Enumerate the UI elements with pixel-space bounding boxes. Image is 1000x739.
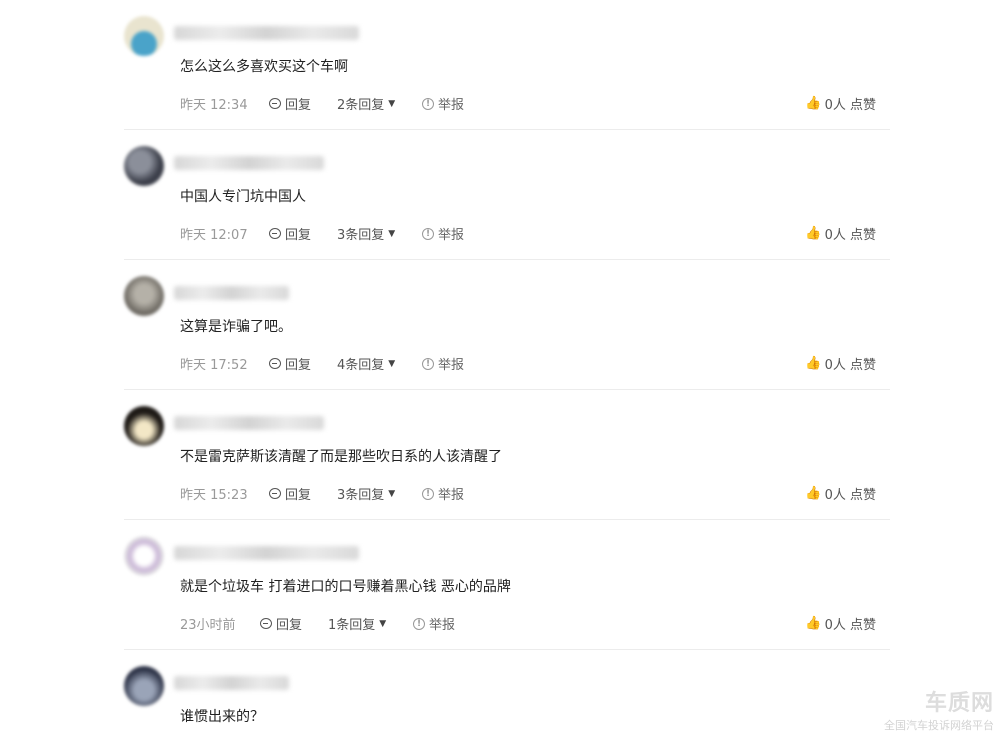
reply-button[interactable]: 回复 [269,484,311,503]
comment-item: 就是个垃圾车 打着进口的口号赚着黑心钱 恶心的品牌 23小时前 回复 1条回复 ▼… [124,520,890,650]
speech-bubble-icon [260,618,272,629]
avatar[interactable] [124,146,164,186]
username-blurred[interactable] [174,416,324,430]
info-circle-icon: ! [422,227,434,240]
comment-item: 谁惯出来的？ [124,650,890,739]
replies-toggle[interactable]: 3条回复 ▼ [337,224,395,243]
caret-down-icon: ▼ [379,618,387,629]
report-button[interactable]: ! 举报 [422,484,464,503]
avatar[interactable] [124,16,164,56]
comment-text: 中国人专门坑中国人 [180,189,306,205]
watermark-logo: 车质网 [924,691,994,716]
thumbs-up-icon: 👍 [805,616,822,631]
thumbs-up-icon: 👍 [805,356,822,371]
comment-item: 不是雷克萨斯该清醒了而是那些吹日系的人该清醒了 昨天 15:23 回复 3条回复… [124,390,890,520]
comment-meta: 昨天 12:07 回复 3条回复 ▼ ! 举报 👍 0人 点赞 [180,223,876,243]
watermark-sub: 全国汽车投诉网络平台 [884,719,994,732]
thumbs-up-icon: 👍 [805,226,822,241]
reply-button[interactable]: 回复 [269,354,311,373]
replies-toggle[interactable]: 3条回复 ▼ [337,484,395,503]
info-circle-icon: ! [422,487,434,500]
speech-bubble-icon [269,488,281,499]
comment-time: 昨天 12:34 [180,98,248,113]
avatar[interactable] [124,666,164,706]
comment-meta: 昨天 12:34 回复 2条回复 ▼ ! 举报 👍 0人 点赞 [180,93,876,113]
comment-item: 怎么这么多喜欢买这个车啊 昨天 12:34 回复 2条回复 ▼ ! 举报 👍 0人 点… [124,0,890,130]
username-blurred[interactable] [174,156,324,170]
report-button[interactable]: ! 举报 [422,94,464,113]
thumbs-up-icon: 👍 [805,96,822,111]
username-blurred[interactable] [174,286,289,300]
like-button[interactable]: 👍 0人 点赞 [805,94,876,113]
thumbs-up-icon: 👍 [805,486,822,501]
comment-time: 23小时前 [180,618,236,633]
comment-meta: 昨天 17:52 回复 4条回复 ▼ ! 举报 👍 0人 点赞 [180,353,876,373]
avatar[interactable] [124,536,164,576]
info-circle-icon: ! [422,97,434,110]
caret-down-icon: ▼ [388,98,396,109]
speech-bubble-icon [269,228,281,239]
comment-text: 这算是诈骗了吧。 [180,319,292,335]
info-circle-icon: ! [413,617,425,630]
comment-text: 就是个垃圾车 打着进口的口号赚着黑心钱 恶心的品牌 [180,579,511,595]
avatar[interactable] [124,406,164,446]
watermark: 车质网 全国汽车投诉网络平台 [884,685,994,733]
replies-toggle[interactable]: 1条回复 ▼ [328,614,386,633]
comment-meta: 23小时前 回复 1条回复 ▼ ! 举报 👍 0人 点赞 [180,613,876,633]
comment-text: 怎么这么多喜欢买这个车啊 [180,59,348,75]
username-blurred[interactable] [174,676,289,690]
comment-meta: 昨天 15:23 回复 3条回复 ▼ ! 举报 👍 0人 点赞 [180,483,876,503]
comment-time: 昨天 12:07 [180,228,248,243]
caret-down-icon: ▼ [388,228,396,239]
username-blurred[interactable] [174,26,359,40]
reply-button[interactable]: 回复 [269,94,311,113]
reply-button[interactable]: 回复 [269,224,311,243]
caret-down-icon: ▼ [388,488,396,499]
comment-time: 昨天 15:23 [180,488,248,503]
speech-bubble-icon [269,98,281,109]
report-button[interactable]: ! 举报 [422,354,464,373]
like-button[interactable]: 👍 0人 点赞 [805,354,876,373]
speech-bubble-icon [269,358,281,369]
info-circle-icon: ! [422,357,434,370]
like-button[interactable]: 👍 0人 点赞 [805,614,876,633]
reply-button[interactable]: 回复 [260,614,302,633]
like-button[interactable]: 👍 0人 点赞 [805,484,876,503]
comment-item: 中国人专门坑中国人 昨天 12:07 回复 3条回复 ▼ ! 举报 👍 0人 点赞 [124,130,890,260]
avatar[interactable] [124,276,164,316]
caret-down-icon: ▼ [388,358,396,369]
like-button[interactable]: 👍 0人 点赞 [805,224,876,243]
replies-toggle[interactable]: 4条回复 ▼ [337,354,395,373]
comment-text: 谁惯出来的？ [180,709,264,725]
username-blurred[interactable] [174,546,359,560]
comment-time: 昨天 17:52 [180,358,248,373]
report-button[interactable]: ! 举报 [413,614,455,633]
replies-toggle[interactable]: 2条回复 ▼ [337,94,395,113]
report-button[interactable]: ! 举报 [422,224,464,243]
comment-item: 这算是诈骗了吧。 昨天 17:52 回复 4条回复 ▼ ! 举报 👍 0人 点赞 [124,260,890,390]
comment-text: 不是雷克萨斯该清醒了而是那些吹日系的人该清醒了 [180,449,502,465]
